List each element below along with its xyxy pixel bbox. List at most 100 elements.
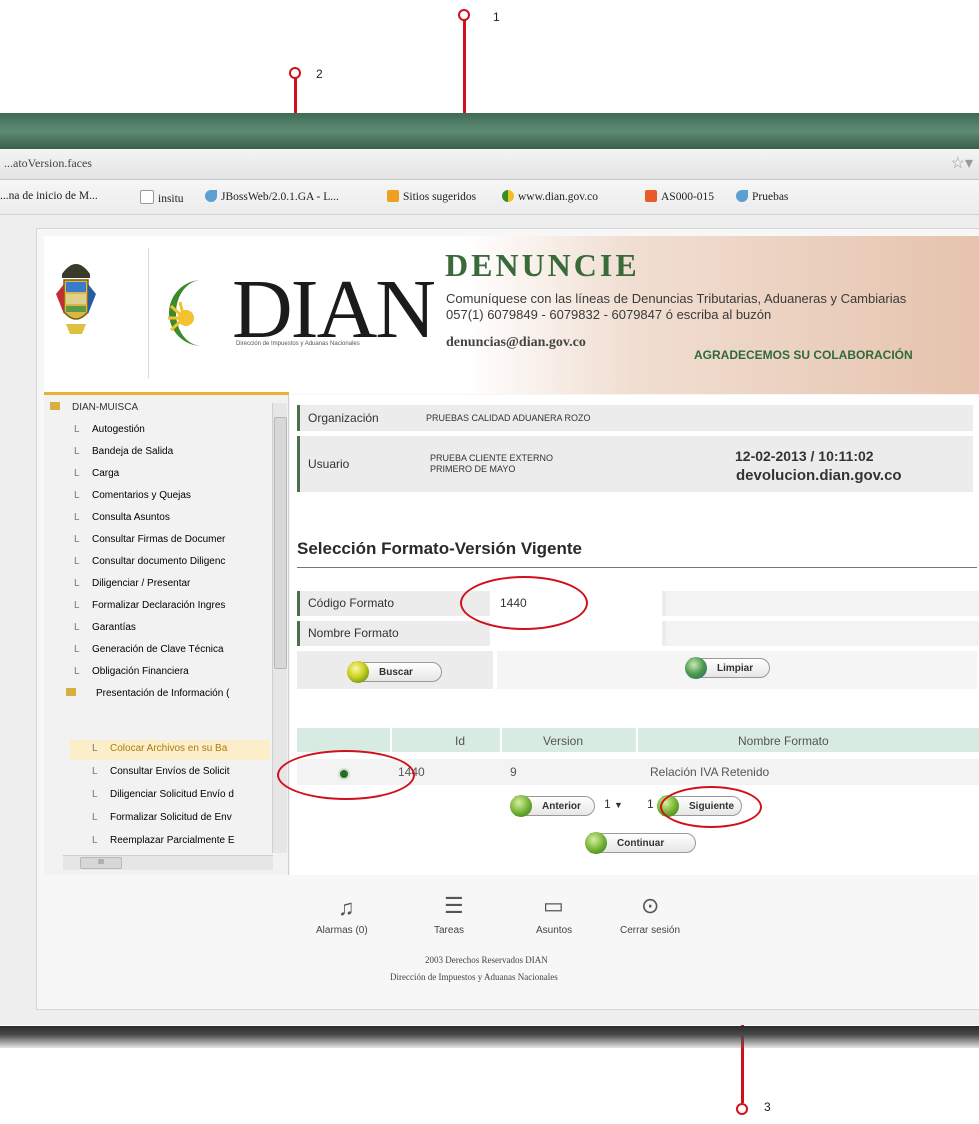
- jboss-icon: [205, 190, 217, 202]
- bookmark-dian[interactable]: www.dian.gov.co: [502, 190, 598, 203]
- tree-root[interactable]: DIAN-MUISCA: [50, 402, 138, 413]
- dian-logo-subtitle: Dirección de Impuestos y Aduanas Naciona…: [236, 341, 360, 347]
- session-datetime: 12-02-2013 / 10:11:02: [735, 448, 874, 464]
- sidebar-subitem-diligenciar-solicitud[interactable]: L Diligenciar Solicitud Envío d: [92, 789, 234, 800]
- sidebar-item-autogestion[interactable]: L Autogestión: [74, 424, 145, 435]
- sidebar-item-garantias[interactable]: L Garantías: [74, 622, 136, 633]
- sidebar-subitem-reemplazar[interactable]: L Reemplazar Parcialmente E: [92, 835, 235, 846]
- limpiar-button[interactable]: Limpiar: [685, 657, 770, 679]
- power-icon[interactable]: ⊙: [641, 893, 659, 919]
- banner-divider: [148, 248, 149, 378]
- bookmark-home[interactable]: ...na de inicio de M...: [0, 190, 98, 202]
- buscar-button[interactable]: Buscar: [347, 661, 442, 683]
- colombia-coat-of-arms-icon: [56, 264, 96, 334]
- callout-3-marker: [736, 1103, 748, 1115]
- nombre-input-value[interactable]: [490, 626, 500, 640]
- sidebar-subitem-formalizar-solicitud[interactable]: L Formalizar Solicitud de Env: [92, 812, 232, 823]
- sidebar-item-comentarios[interactable]: L Comentarios y Quejas: [74, 490, 191, 501]
- folder-open-icon: [66, 688, 76, 696]
- browser-titlebar: [0, 113, 979, 149]
- host-name: devolucion.dian.gov.co: [736, 467, 902, 484]
- sidebar-item-formalizar-declaracion[interactable]: L Formalizar Declaración Ingres: [74, 600, 225, 611]
- denuncie-email[interactable]: denuncias@dian.gov.co: [446, 335, 586, 351]
- sidebar-item-diligenciar[interactable]: L Diligenciar / Presentar: [74, 578, 190, 589]
- continuar-button[interactable]: Continuar: [585, 832, 696, 854]
- bookmark-pruebas[interactable]: Pruebas: [736, 190, 788, 203]
- folder-icon[interactable]: ▭: [543, 893, 564, 919]
- user-value-line1: PRUEBA CLIENTE EXTERNO: [430, 453, 554, 463]
- tareas-link[interactable]: Tareas: [434, 925, 464, 936]
- limpiar-globe-icon: [685, 657, 707, 679]
- suggested-sites-icon: [387, 190, 399, 202]
- jboss-icon: [736, 190, 748, 202]
- codigo-extra-cell: [666, 591, 979, 616]
- anterior-icon: [510, 795, 532, 817]
- bookmarks-bar: ...na de inicio de M... insitu JBossWeb/…: [0, 180, 979, 215]
- sidebar-horizontal-scroll-thumb[interactable]: III: [80, 857, 122, 869]
- bookmark-jbossweb[interactable]: JBossWeb/2.0.1.GA - L...: [205, 190, 339, 203]
- url-text[interactable]: ...atoVersion.faces: [4, 156, 92, 171]
- sidebar-item-consultar-documento[interactable]: L Consultar documento Diligenc: [74, 556, 225, 567]
- sidebar-tree: [44, 395, 289, 875]
- org-value: PRUEBAS CALIDAD ADUANERA ROZO: [426, 413, 591, 423]
- row-nombre: Relación IVA Retenido: [650, 765, 770, 779]
- page-title: Selección Formato-Versión Vigente: [297, 539, 582, 558]
- copyright-line2: Dirección de Impuestos y Aduanas Naciona…: [390, 972, 558, 982]
- user-value-line2: PRIMERO DE MAYO: [430, 464, 516, 474]
- tree-root-folder-icon: [50, 402, 60, 410]
- nombre-label: Nombre Formato: [297, 621, 478, 646]
- dian-logo-text: DIAN: [232, 263, 436, 356]
- col-id: Id: [455, 734, 466, 748]
- alarmas-link[interactable]: Alarmas (0): [316, 925, 368, 936]
- org-label: Organización: [297, 405, 403, 431]
- anterior-button[interactable]: Anterior: [510, 795, 595, 817]
- page-select[interactable]: 1 ▼: [604, 797, 623, 811]
- bookmark-insitu[interactable]: insitu: [140, 190, 184, 205]
- bookmark-sitios-sugeridos[interactable]: Sitios sugeridos: [387, 190, 476, 203]
- sidebar-subitem-colocar-archivos[interactable]: L Colocar Archivos en su Ba: [92, 743, 227, 754]
- continuar-icon: [585, 832, 607, 854]
- cerrar-sesion-link[interactable]: Cerrar sesión: [620, 925, 680, 936]
- results-table-header: [297, 728, 979, 752]
- window-bottom-shadow: [0, 1026, 979, 1048]
- annotation-ring-radio: [277, 750, 415, 800]
- title-rule: [297, 567, 977, 568]
- page-total: 1: [647, 797, 654, 811]
- col-nombre-formato: Nombre Formato: [738, 734, 829, 748]
- dian-sun-logo-icon: [168, 280, 202, 346]
- sidebar-subitem-consultar-envios[interactable]: L Consultar Envíos de Solicit: [92, 766, 230, 777]
- tasks-icon[interactable]: ☰: [444, 893, 464, 919]
- page-icon: [140, 190, 154, 204]
- asuntos-link[interactable]: Asuntos: [536, 925, 572, 936]
- dian-icon: [502, 190, 514, 202]
- callout-1-number: 1: [493, 10, 500, 24]
- sidebar-item-bandeja-salida[interactable]: L Bandeja de Salida: [74, 446, 173, 457]
- bookmark-star-icon[interactable]: ☆▾: [951, 153, 973, 173]
- callout-2-number: 2: [316, 67, 323, 81]
- banner-thanks: AGRADECEMOS SU COLABORACIÓN: [694, 348, 913, 362]
- sidebar-folder-presentacion[interactable]: Presentación de Información (: [66, 688, 229, 699]
- sidebar-item-obligacion-financiera[interactable]: L Obligación Financiera: [74, 666, 189, 677]
- chevron-down-icon: ▼: [614, 800, 623, 810]
- col-version: Version: [543, 734, 584, 748]
- red-page-icon: [645, 190, 657, 202]
- callout-3-number: 3: [764, 1100, 771, 1114]
- annotation-ring-siguiente: [660, 786, 762, 828]
- sidebar-item-consultar-firmas[interactable]: L Consultar Firmas de Documer: [74, 534, 225, 545]
- sidebar-vertical-scroll-thumb[interactable]: [274, 417, 287, 669]
- address-bar[interactable]: ...atoVersion.faces ☆▾: [0, 149, 979, 180]
- annotation-ring-codigo: [460, 576, 588, 630]
- bell-icon[interactable]: ♫: [338, 895, 355, 921]
- sidebar-item-consulta-asuntos[interactable]: L Consulta Asuntos: [74, 512, 170, 523]
- copyright-line1: 2003 Derechos Reservados DIAN: [425, 955, 548, 965]
- bookmark-as000-015[interactable]: AS000-015: [645, 190, 714, 203]
- row-version: 9: [510, 765, 517, 779]
- user-label: Usuario: [297, 436, 403, 492]
- sidebar-item-carga[interactable]: L Carga: [74, 468, 119, 479]
- denuncie-message: Comuníquese con las líneas de Denuncias …: [446, 291, 907, 322]
- nombre-extra-cell: [666, 621, 979, 646]
- buscar-icon: [347, 661, 369, 683]
- sidebar-item-clave-tecnica[interactable]: L Generación de Clave Técnica: [74, 644, 224, 655]
- denuncie-title: DENUNCIE: [445, 247, 640, 283]
- codigo-label: Código Formato: [297, 591, 478, 616]
